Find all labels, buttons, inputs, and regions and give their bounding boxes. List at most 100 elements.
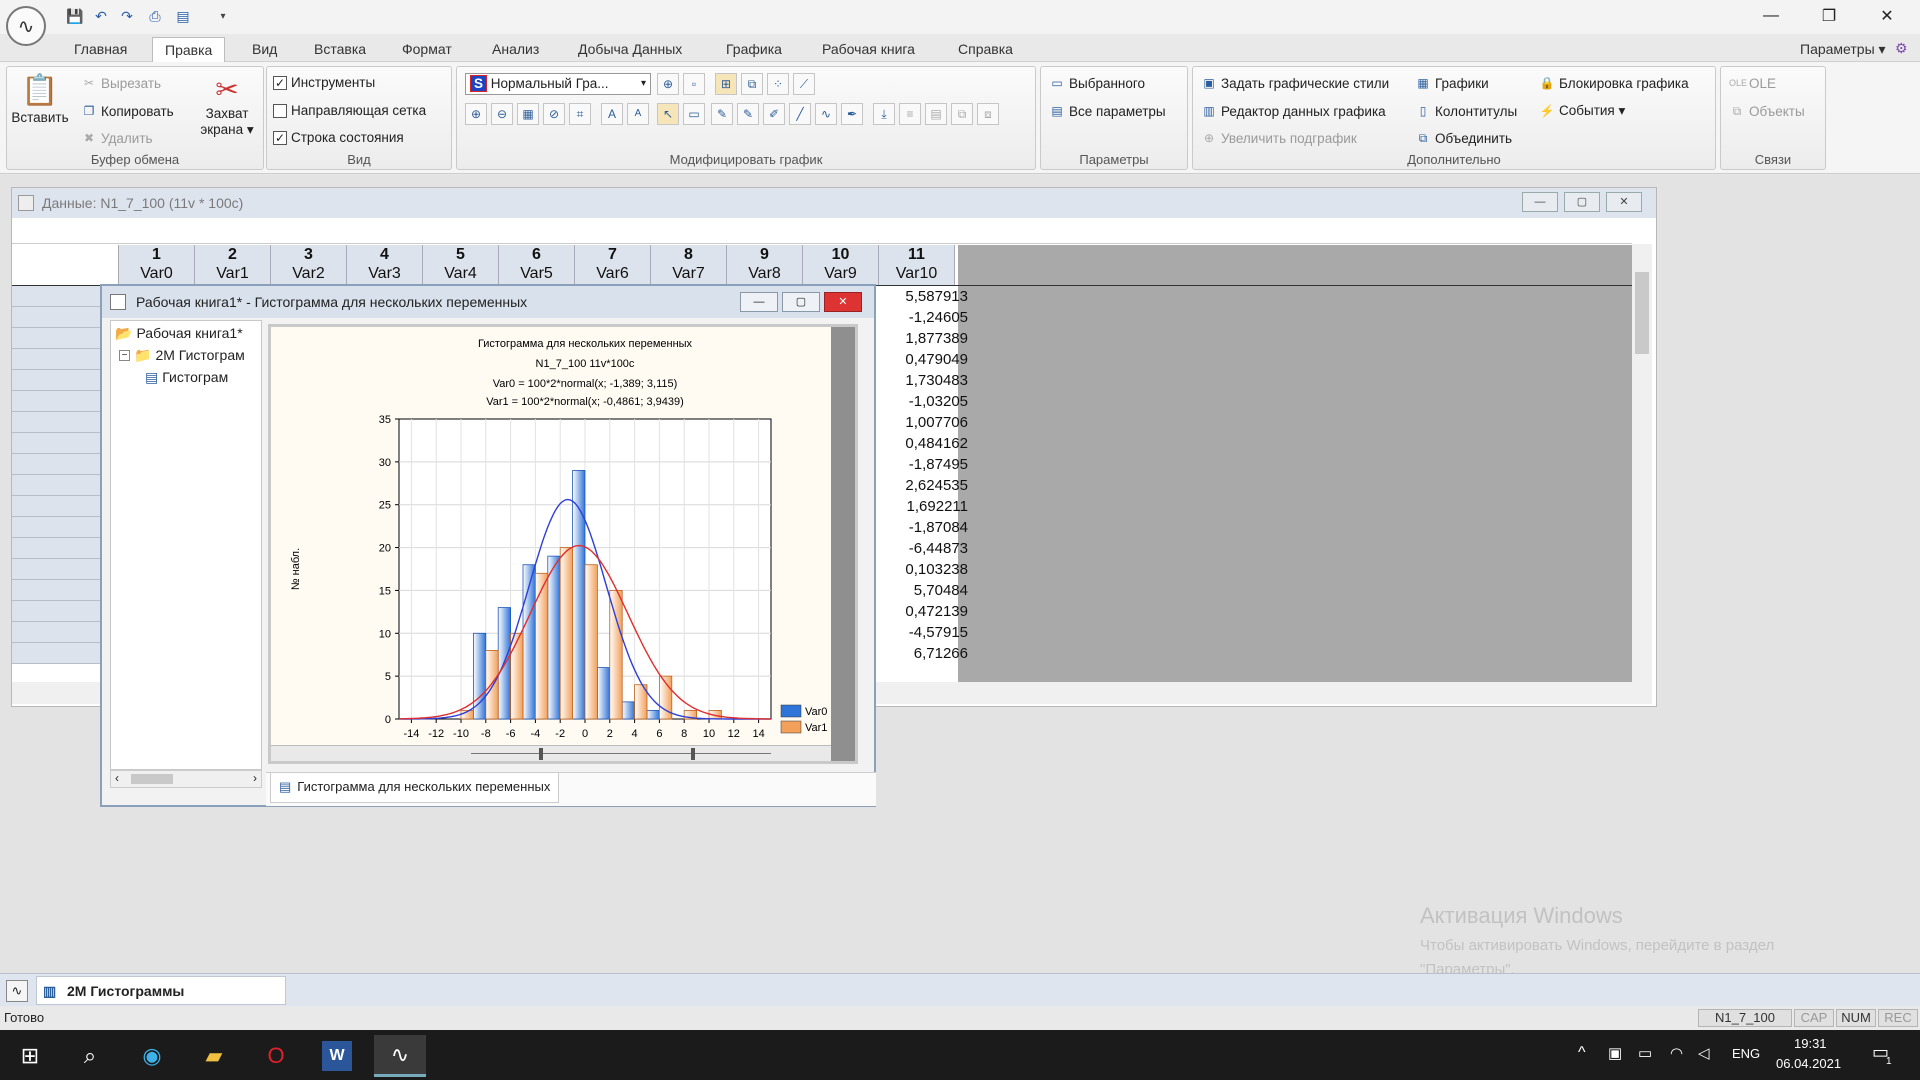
cell-var10[interactable]: -1,24605 (882, 307, 970, 328)
font-bigger-icon[interactable]: A (601, 103, 623, 125)
cell-var10[interactable]: 0,472139 (882, 601, 970, 622)
events-button[interactable]: ⚡ События ▾ (1539, 103, 1626, 119)
tab-format[interactable]: Формат (390, 37, 464, 62)
tab-home[interactable]: Главная (62, 37, 139, 62)
zoom-subgraph-button[interactable]: ⊕ Увеличить подграфик (1201, 130, 1357, 146)
tab-edit[interactable]: Правка (152, 37, 226, 62)
graphs-button[interactable]: ▦ Графики (1415, 75, 1488, 91)
screen-capture-button[interactable]: ✂ Захват экрана ▾ (197, 73, 257, 138)
zoom-out-icon[interactable]: ⊖ (491, 103, 513, 125)
tree-folder[interactable]: − 📁 2М Гистограм (119, 347, 245, 364)
copy-button[interactable]: ❐ Копировать (81, 103, 174, 119)
opera-icon[interactable]: O (250, 1035, 302, 1077)
zoom-box-icon[interactable]: ⊕ (657, 73, 679, 95)
cell-var10[interactable]: 1,730483 (882, 370, 970, 391)
column-header-var4[interactable]: 5 Var4 (423, 245, 499, 285)
scroll-right-icon[interactable]: › (253, 771, 257, 785)
close-button[interactable]: ✕ (1858, 0, 1916, 32)
graph-style-select[interactable]: S Нормальный Гра... ▾ (465, 73, 651, 95)
windows-start-icon[interactable]: ⊞ (4, 1035, 56, 1077)
tree-leaf[interactable]: ▤ Гистограм (145, 369, 228, 386)
cell-var10[interactable]: -6,44873 (882, 538, 970, 559)
line-chart-icon[interactable]: ⟋ (793, 73, 815, 95)
cell-var10[interactable]: 0,103238 (882, 559, 970, 580)
redo-icon[interactable]: ↷ (116, 5, 138, 27)
lock-graph-button[interactable]: 🔒 Блокировка графика (1539, 75, 1689, 91)
column-header-var2[interactable]: 3 Var2 (271, 245, 347, 285)
merge-button[interactable]: ⧉ Объединить (1415, 130, 1512, 146)
search-icon[interactable]: ⌕ (64, 1035, 116, 1077)
objects-button[interactable]: ⧉ Объекты (1729, 103, 1805, 119)
column-header-var9[interactable]: 10 Var9 (803, 245, 879, 285)
column-header-var5[interactable]: 6 Var5 (499, 245, 575, 285)
data-maximize-button[interactable]: ▢ (1564, 192, 1600, 212)
app-mini-icon[interactable]: ∿ (6, 980, 28, 1002)
send-back-icon[interactable]: ⧈ (977, 103, 999, 125)
cut-button[interactable]: ✂ Вырезать (81, 75, 161, 91)
clock-date[interactable]: 06.04.2021 (1776, 1056, 1841, 1071)
tab-view[interactable]: Вид (240, 37, 289, 62)
text-box-icon[interactable]: ▭ (683, 103, 705, 125)
crop-icon[interactable]: ⌗ (569, 103, 591, 125)
scroll-left-icon[interactable]: ‹ (115, 771, 119, 785)
lines-disabled-icon[interactable]: ≡ (899, 103, 921, 125)
explorer-icon[interactable]: ▰ (188, 1035, 240, 1077)
brush-icon[interactable]: ✐ (763, 103, 785, 125)
export-icon[interactable]: ⤓ (873, 103, 895, 125)
column-header-var0[interactable]: 1 Var0 (119, 245, 195, 285)
save-icon[interactable]: 💾 (64, 5, 86, 27)
corner-cell[interactable] (12, 245, 119, 285)
data-vscrollbar[interactable] (1632, 244, 1652, 684)
cell-var10[interactable]: 2,624535 (882, 475, 970, 496)
tree-root[interactable]: 📂 Рабочая книга1* (115, 325, 243, 342)
line-tool-icon[interactable]: ╱ (789, 103, 811, 125)
zoom-in-icon[interactable]: ⊕ (465, 103, 487, 125)
headers-button[interactable]: ▯ Колонтитулы (1415, 103, 1517, 119)
fit-tool-icon[interactable]: ⊞ (715, 73, 737, 95)
pen-tool-icon[interactable]: ✒ (841, 103, 863, 125)
tab-data-mining[interactable]: Добыча Данных (566, 37, 694, 62)
statistica-icon[interactable]: ∿ (374, 1035, 426, 1077)
data-close-button[interactable]: ✕ (1606, 192, 1642, 212)
book-close-button[interactable]: ✕ (824, 292, 862, 312)
set-styles-button[interactable]: ▣ Задать графические стили (1201, 75, 1389, 91)
task-item-histograms[interactable]: ▥ 2М Гистограммы (36, 976, 286, 1005)
ole-button[interactable]: OLE OLE (1729, 75, 1776, 91)
pointer-icon[interactable]: ↖ (657, 103, 679, 125)
curve-tool-icon[interactable]: ∿ (815, 103, 837, 125)
cell-var10[interactable]: -1,87495 (882, 454, 970, 475)
cell-var10[interactable]: 1,007706 (882, 412, 970, 433)
column-header-var10[interactable]: 11 Var10 (879, 245, 955, 285)
cell-var10[interactable]: 0,484162 (882, 433, 970, 454)
histogram-chart[interactable]: Гистограмма для нескольких переменных N1_… (271, 327, 831, 761)
battery-icon[interactable]: ▭ (1638, 1044, 1652, 1062)
book-minimize-button[interactable]: — (740, 292, 778, 312)
layout-icon[interactable]: ▤ (172, 5, 194, 27)
minimize-button[interactable]: — (1742, 0, 1800, 32)
edit-1-icon[interactable]: ✎ (711, 103, 733, 125)
book-maximize-button[interactable]: ▢ (782, 292, 820, 312)
cell-var10[interactable]: 1,877389 (882, 328, 970, 349)
tree-hscrollbar[interactable]: ‹ › (110, 770, 262, 788)
paste-button[interactable]: 📋 Вставить (11, 73, 68, 125)
cell-var10[interactable]: -4,57915 (882, 622, 970, 643)
print-icon[interactable]: ⎙ (144, 5, 166, 27)
cell-var10[interactable]: -1,03205 (882, 391, 970, 412)
plot-tool-icon[interactable]: ⧉ (741, 73, 763, 95)
tools-checkbox[interactable]: ✓ Инструменты (273, 75, 375, 90)
cell-var10[interactable]: 5,70484 (882, 580, 970, 601)
tab-graphics[interactable]: Графика (714, 37, 794, 62)
column-header-var1[interactable]: 2 Var1 (195, 245, 271, 285)
graph-tab[interactable]: ▤ Гистограмма для нескольких переменных (270, 773, 560, 803)
cell-var10[interactable]: 0,479049 (882, 349, 970, 370)
tab-analysis[interactable]: Анализ (480, 37, 551, 62)
clock-time[interactable]: 19:31 (1794, 1036, 1827, 1051)
column-header-var8[interactable]: 9 Var8 (727, 245, 803, 285)
bring-front-icon[interactable]: ⧉ (951, 103, 973, 125)
tray-chevron-icon[interactable]: ^ (1578, 1044, 1586, 1062)
tab-help[interactable]: Справка (946, 37, 1025, 62)
all-params-button[interactable]: ▤ Все параметры (1049, 103, 1165, 119)
qat-dropdown-icon[interactable]: ▾ (212, 5, 234, 27)
slider-handle-right[interactable] (691, 748, 695, 760)
word-icon[interactable]: W (322, 1041, 352, 1071)
